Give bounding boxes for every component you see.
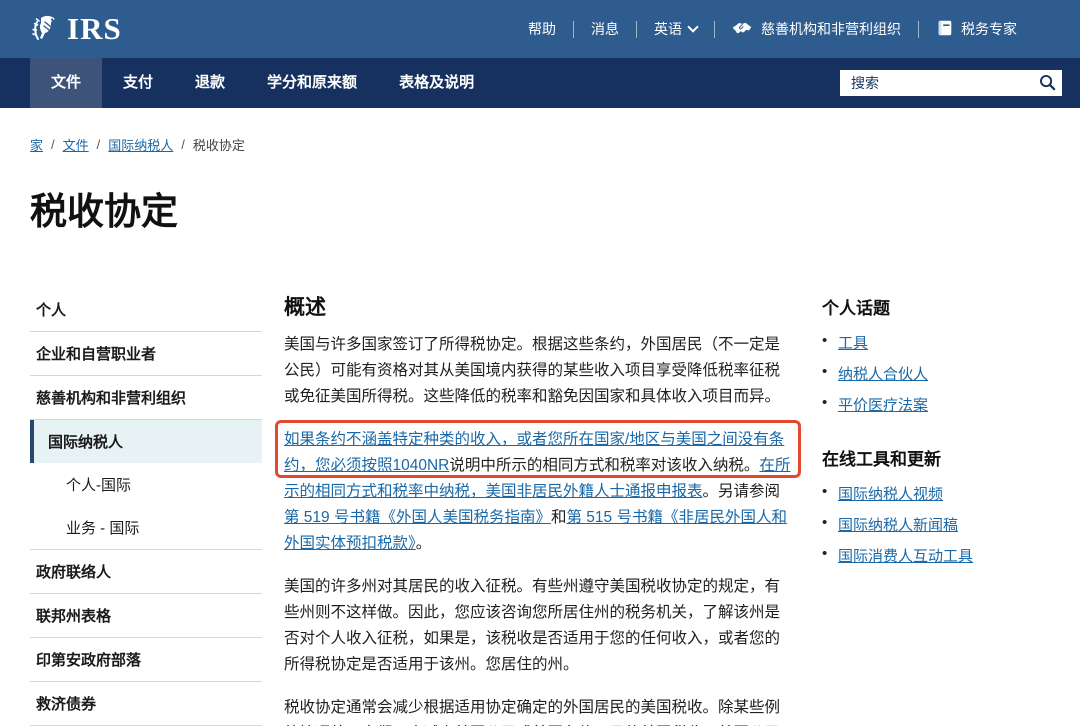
right-rail: 个人话题 工具 纳税人合伙人 平价医疗法案 在线工具和更新 国际纳税人视频 国际… (822, 288, 1060, 726)
logo-wordmark: IRS (67, 11, 122, 47)
paragraph-treaty-links: 如果条约不涵盖特定种类的收入，或者您所在国家/地区与美国之间没有条约，您必须按照… (284, 427, 792, 557)
link-intl-taxpayer-news[interactable]: 国际纳税人新闻稿 (838, 517, 958, 534)
link-aca[interactable]: 平价医疗法案 (838, 397, 928, 414)
tab-credits-deductions[interactable]: 学分和原来额 (246, 58, 378, 108)
irs-logo[interactable]: IRS (28, 9, 122, 50)
breadcrumb-file[interactable]: 文件 (63, 135, 89, 154)
chevron-down-icon (687, 21, 698, 32)
list-item: 国际纳税人新闻稿 (822, 514, 1060, 535)
tab-file[interactable]: 文件 (30, 58, 102, 108)
list-item: 纳税人合伙人 (822, 363, 1060, 384)
online-tools-list: 国际纳税人视频 国际纳税人新闻稿 国际消费人互动工具 (822, 483, 1060, 566)
sidebar-item-charities[interactable]: 慈善机构和非营利组织 (30, 376, 262, 420)
paragraph-treaty-reduction: 税收协定通常会减少根据适用协定确定的外国居民的美国税收。除某些例外情况外，它们不… (284, 695, 792, 726)
paragraph-states: 美国的许多州对其居民的收入征税。有些州遵守美国税收协定的规定，有些州则不这样做。… (284, 574, 792, 678)
site-header: IRS 帮助 消息 英语 慈善机构和非营利组织 (0, 0, 1080, 58)
link-intl-consumer-tool[interactable]: 国际消费人互动工具 (838, 548, 973, 565)
online-tools-heading: 在线工具和更新 (822, 445, 1060, 470)
search-box (840, 70, 1062, 96)
page-title: 税收协定 (30, 181, 1080, 235)
sidebar-item-international-taxpayers[interactable]: 国际纳税人 (30, 420, 262, 463)
individual-topics-heading: 个人话题 (822, 294, 1060, 319)
treaty-links-paragraph-wrap: 如果条约不涵盖特定种类的收入，或者您所在国家/地区与美国之间没有条约，您必须按照… (284, 427, 792, 557)
list-item: 国际消费人互动工具 (822, 545, 1060, 566)
list-item: 国际纳税人视频 (822, 483, 1060, 504)
article: 概述 美国与许多国家签订了所得税协定。根据这些条约，外国居民（不一定是公民）可能… (284, 288, 792, 726)
link-taxpayer-partners[interactable]: 纳税人合伙人 (838, 366, 928, 383)
messages-link[interactable]: 消息 (574, 19, 636, 39)
primary-nav: 文件 支付 退款 学分和原来额 表格及说明 (0, 58, 1080, 108)
list-item: 平价医疗法案 (822, 394, 1060, 415)
list-item: 工具 (822, 332, 1060, 353)
tab-refunds[interactable]: 退款 (174, 58, 246, 108)
handshake-icon (732, 19, 754, 40)
irs-eagle-icon (28, 9, 64, 50)
sidebar-item-businesses[interactable]: 企业和自营职业者 (30, 332, 262, 376)
tab-pay[interactable]: 支付 (102, 58, 174, 108)
overview-heading: 概述 (284, 291, 792, 321)
tax-pros-link[interactable]: 税务专家 (919, 19, 1034, 40)
link-tools[interactable]: 工具 (838, 335, 868, 352)
link-intl-taxpayer-videos[interactable]: 国际纳税人视频 (838, 486, 943, 503)
individual-topics-list: 工具 纳税人合伙人 平价医疗法案 (822, 332, 1060, 415)
charities-link[interactable]: 慈善机构和非营利组织 (715, 19, 918, 40)
sidebar-item-individuals[interactable]: 个人 (30, 288, 262, 332)
sidebar-item-individuals-international[interactable]: 个人-国际 (30, 463, 262, 506)
section-sidebar: 个人 企业和自营职业者 慈善机构和非营利组织 国际纳税人 个人-国际 业务 - … (30, 288, 262, 726)
sidebar-item-tax-exempt-bonds[interactable]: 救济债券 (30, 682, 262, 726)
breadcrumb: 家 / 文件 / 国际纳税人 / 税收协定 (30, 135, 1080, 154)
sidebar-item-indian-tribal-governments[interactable]: 印第安政府部落 (30, 638, 262, 682)
tab-forms-instructions[interactable]: 表格及说明 (378, 58, 495, 108)
utility-nav: 帮助 消息 英语 慈善机构和非营利组织 (511, 19, 1034, 40)
breadcrumb-current: 税收协定 (193, 135, 245, 154)
paragraph-intro: 美国与许多国家签订了所得税协定。根据这些条约，外国居民（不一定是公民）可能有资格… (284, 332, 792, 410)
sidebar-item-government-liaisons[interactable]: 政府联络人 (30, 550, 262, 594)
search-icon[interactable] (1038, 74, 1056, 92)
language-selector[interactable]: 英语 (637, 19, 714, 39)
book-icon (936, 19, 954, 40)
sidebar-item-federal-state-forms[interactable]: 联邦州表格 (30, 594, 262, 638)
link-pub-519[interactable]: 第 519 号书籍《外国人美国税务指南》 (284, 509, 551, 526)
content-columns: 个人 企业和自营职业者 慈善机构和非营利组织 国际纳税人 个人-国际 业务 - … (30, 288, 1050, 726)
sidebar-item-businesses-international[interactable]: 业务 - 国际 (30, 506, 262, 550)
search-input[interactable] (840, 70, 1062, 96)
breadcrumb-home[interactable]: 家 (30, 135, 43, 154)
breadcrumb-international[interactable]: 国际纳税人 (108, 135, 173, 154)
help-link[interactable]: 帮助 (511, 19, 573, 39)
